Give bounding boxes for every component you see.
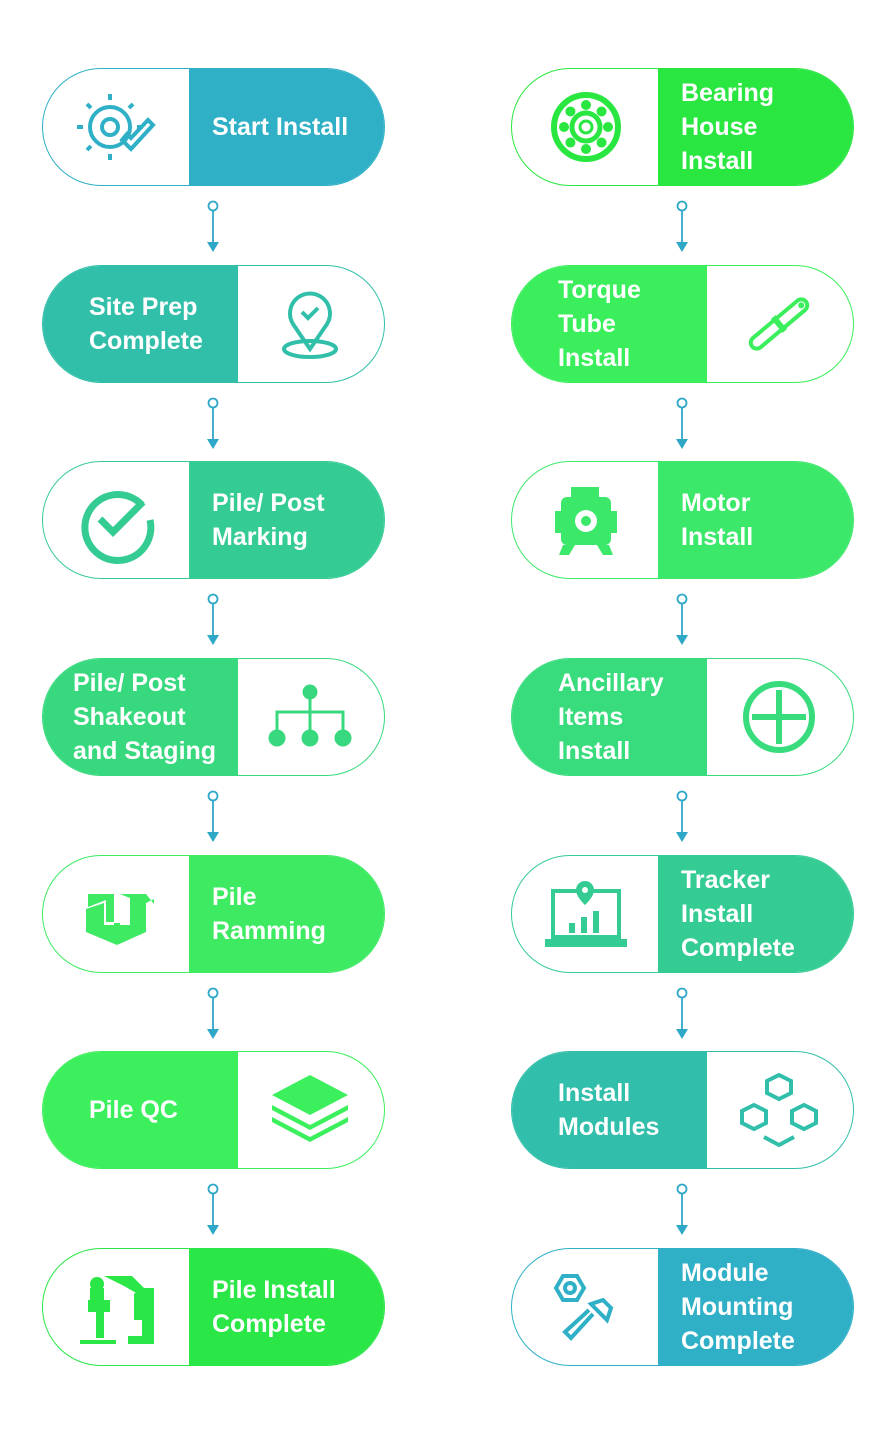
bearing-icon [512,69,660,185]
connector-arrow [672,1183,692,1239]
layers-icon [236,1052,384,1168]
step-label-panel: Pile/ Post Shakeout and Staging [43,659,238,775]
connector-arrow [672,200,692,256]
step-label-panel: Pile/ Post Marking [189,462,384,578]
laptop-chart-icon [512,856,660,972]
motor-icon [512,462,660,578]
step-pill: Torque Tube Install [511,265,854,383]
step-label-panel: Bearing House Install [658,69,853,185]
step-label: Pile Ramming [212,883,326,945]
connector-arrow [203,593,223,649]
step-label-panel: Ancillary Items Install [512,659,707,775]
plus-circle-icon [705,659,853,775]
connector-arrow [203,200,223,256]
step-label: Install Modules [558,1079,660,1141]
step-label-panel: Install Modules [512,1052,707,1168]
step-label: Bearing House Install [681,79,775,175]
step-pill: Start Install [42,68,385,186]
step-pill: Motor Install [511,461,854,579]
step-pill: Ancillary Items Install [511,658,854,776]
gear-check-icon [43,69,191,185]
step-label-panel: Pile Ramming [189,856,384,972]
connector-arrow [672,593,692,649]
step-pill: Install Modules [511,1051,854,1169]
step-label-panel: Pile QC [43,1052,238,1168]
step-label-panel: Tracker Install Complete [658,856,853,972]
step-pill: Pile Ramming [42,855,385,973]
pile-driver-icon [43,1249,191,1365]
hierarchy-icon [236,659,384,775]
connector-arrow [672,397,692,453]
connector-arrow [203,1183,223,1239]
connector-arrow [203,790,223,846]
step-label-panel: Start Install [189,69,384,185]
cubes-icon [705,1052,853,1168]
step-label: Pile QC [89,1096,178,1124]
step-label: Pile/ Post Shakeout and Staging [73,669,217,765]
step-pill: Pile Install Complete [42,1248,385,1366]
step-label: Site Prep Complete [89,293,203,355]
step-pill: Site Prep Complete [42,265,385,383]
step-label: Tracker Install Complete [681,866,795,962]
step-label-panel: Pile Install Complete [189,1249,384,1365]
step-label: Start Install [212,113,349,141]
location-check-icon [236,266,384,382]
step-pill: Module Mounting Complete [511,1248,854,1366]
nut-bolt-icon [512,1249,660,1365]
wrench-icon [705,266,853,382]
step-label: Pile Install Complete [212,1276,336,1338]
step-pill: Pile QC [42,1051,385,1169]
pile-block-icon [43,856,191,972]
connector-arrow [203,397,223,453]
step-label: Ancillary Items Install [558,669,664,765]
step-pill: Pile/ Post Shakeout and Staging [42,658,385,776]
step-label-panel: Module Mounting Complete [658,1249,853,1365]
connector-arrow [672,790,692,846]
step-pill: Tracker Install Complete [511,855,854,973]
step-label: Pile/ Post Marking [212,489,325,551]
step-label-panel: Motor Install [658,462,853,578]
connector-arrow [203,987,223,1043]
step-label-panel: Site Prep Complete [43,266,238,382]
step-label: Torque Tube Install [558,276,641,372]
step-pill: Bearing House Install [511,68,854,186]
process-flow-diagram: Start Install Site Prep Complete Pile/ Pos… [0,0,895,1434]
check-circle-icon [43,462,191,578]
step-label: Motor Install [681,489,754,551]
step-label-panel: Torque Tube Install [512,266,707,382]
step-pill: Pile/ Post Marking [42,461,385,579]
connector-arrow [672,987,692,1043]
step-label: Module Mounting Complete [681,1259,795,1355]
